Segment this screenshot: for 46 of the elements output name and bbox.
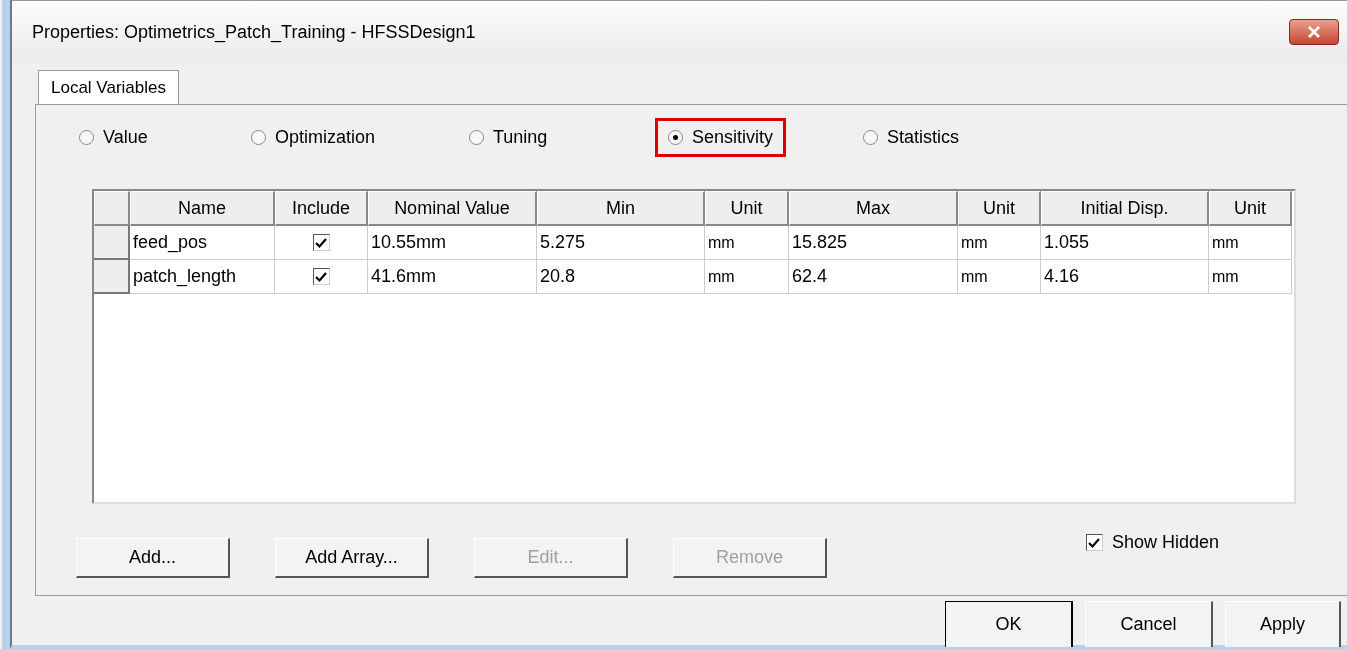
column-header[interactable]: Nominal Value [368,191,537,226]
table-cell[interactable]: 41.6mm [368,260,537,294]
column-header[interactable]: Unit [958,191,1041,226]
column-header[interactable]: Name [130,191,275,226]
column-header[interactable]: Min [537,191,705,226]
table-cell[interactable]: mm [1209,226,1292,260]
close-icon [1306,26,1322,38]
table-cell[interactable]: mm [705,226,789,260]
table-cell[interactable]: 4.16 [1041,260,1209,294]
table-cell[interactable]: 1.055 [1041,226,1209,260]
radio-option[interactable]: Statistics [850,117,973,157]
table-cell[interactable]: feed_pos [130,226,275,260]
column-header[interactable]: Max [789,191,958,226]
row-header[interactable] [94,226,130,260]
dialog-button[interactable]: Cancel [1085,601,1213,647]
checkbox-label[interactable]: Show Hidden [1111,532,1219,553]
column-header[interactable]: Include [275,191,368,226]
table-cell[interactable]: mm [958,260,1041,294]
radio-option[interactable]: Optimization [238,117,389,157]
table-cell[interactable]: mm [705,260,789,294]
checkbox[interactable] [312,234,330,251]
action-button[interactable]: Add Array... [275,538,429,578]
column-header[interactable]: Unit [705,191,789,226]
dialog-button[interactable]: Apply [1225,601,1341,647]
tab[interactable]: Local Variables [38,70,179,104]
checkbox[interactable] [1085,534,1103,551]
radio-option[interactable]: Sensitivity [655,117,787,157]
table-cell[interactable]: 10.55mm [368,226,537,260]
window-title: Properties: Optimetrics_Patch_Training - HFSSDesign1 [32,21,476,43]
corner-header[interactable] [94,191,130,226]
table-cell[interactable]: 20.8 [537,260,705,294]
row-header[interactable] [94,260,130,294]
column-header[interactable]: Initial Disp. [1041,191,1209,226]
table-cell[interactable]: patch_length [130,260,275,294]
table-cell[interactable]: mm [1209,260,1292,294]
table-cell[interactable]: mm [958,226,1041,260]
radio-option[interactable]: Value [66,117,161,157]
action-button[interactable]: Add... [76,538,230,578]
dialog-button[interactable]: OK [945,601,1073,647]
column-header[interactable]: Unit [1209,191,1292,226]
checkbox[interactable] [312,268,330,285]
table-cell[interactable]: 62.4 [789,260,958,294]
table-cell[interactable]: 5.275 [537,226,705,260]
table-cell[interactable]: 15.825 [789,226,958,260]
radio-option[interactable]: Tuning [456,117,561,157]
close-button[interactable] [1289,19,1339,45]
